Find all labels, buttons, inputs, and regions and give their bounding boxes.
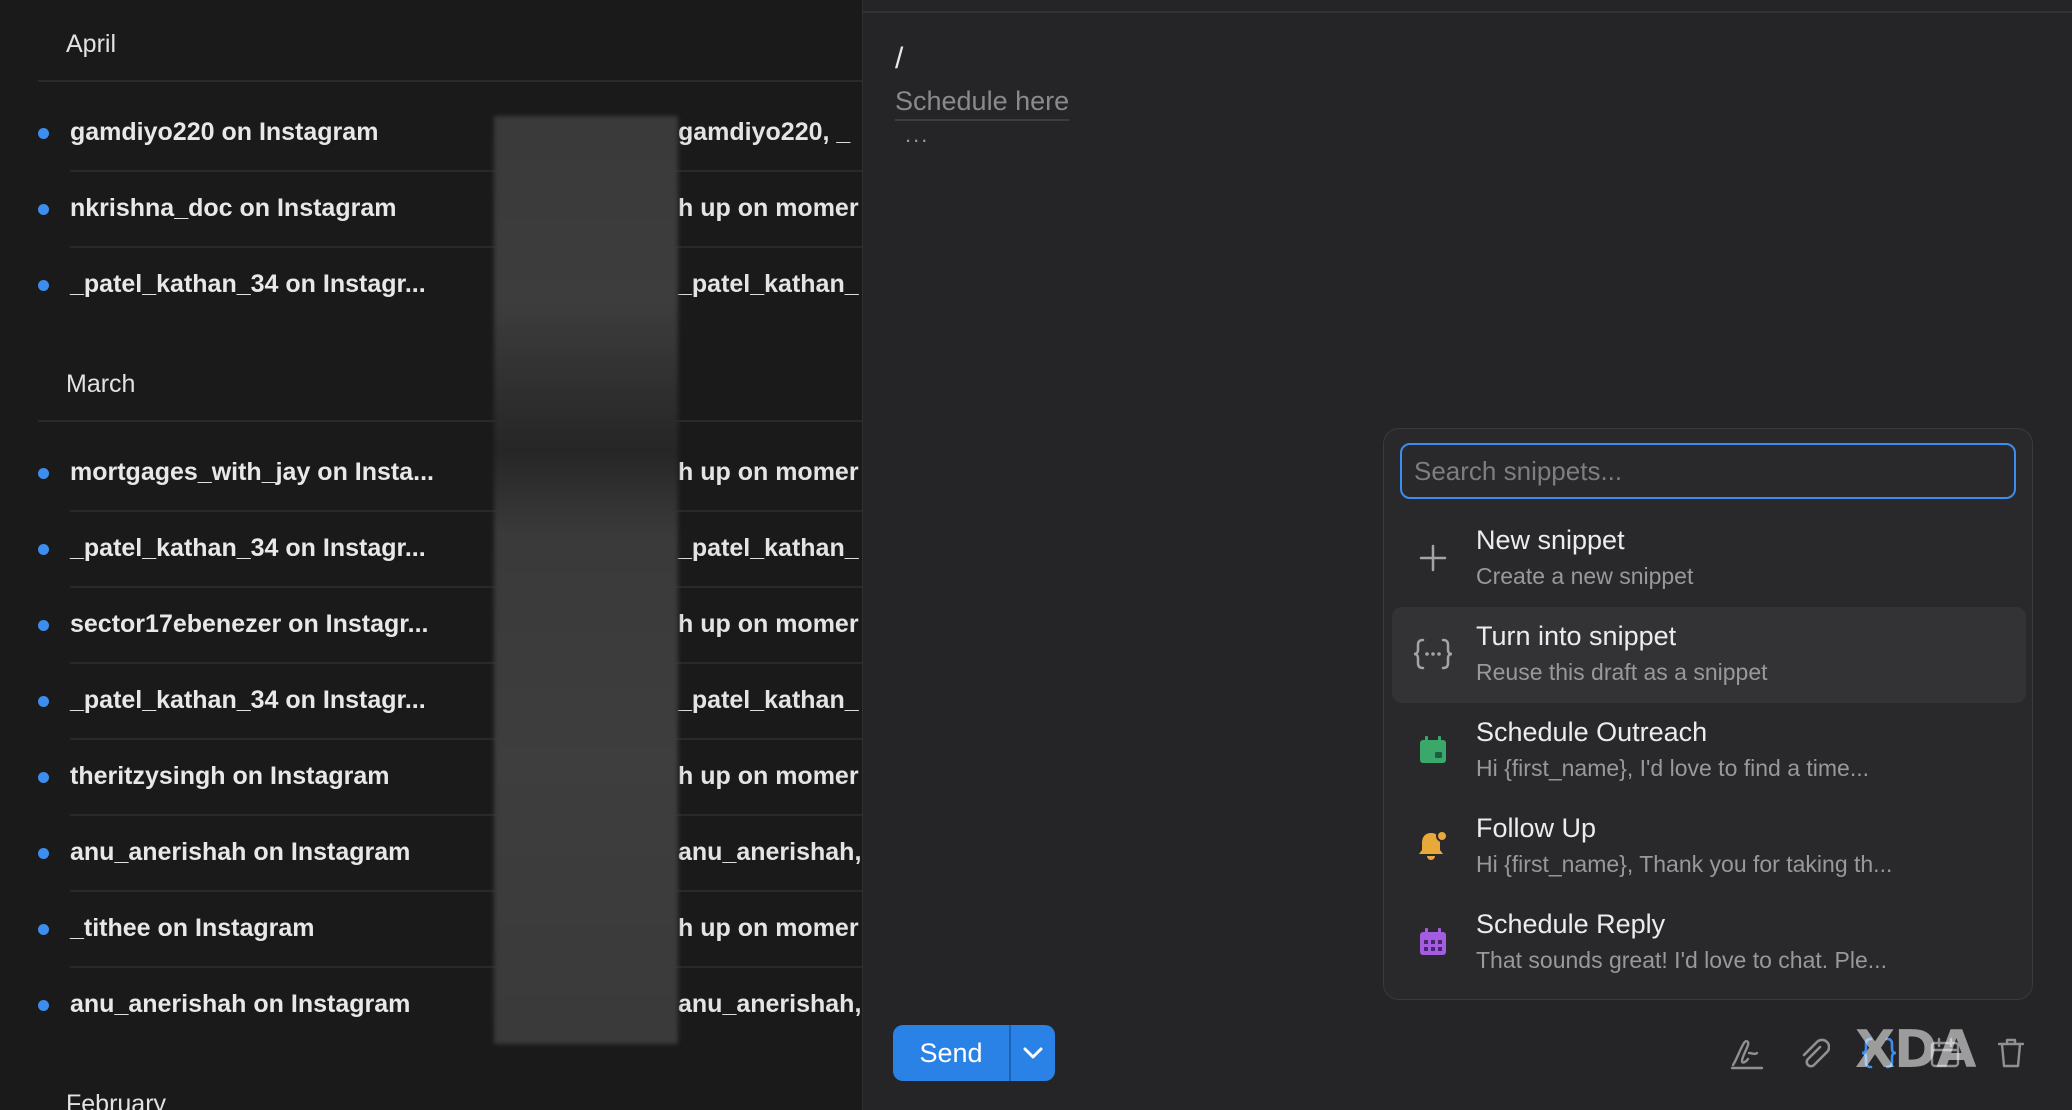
- unread-dot: [38, 1000, 49, 1011]
- more-ellipsis[interactable]: ...: [905, 122, 929, 148]
- xda-watermark-logo: XDA: [1855, 1020, 1976, 1080]
- paperclip-icon: [1802, 1038, 1830, 1068]
- snippet-item-follow-up[interactable]: Follow Up Hi {first_name}, Thank you for…: [1392, 799, 2026, 895]
- braces-icon: [1408, 629, 1458, 679]
- snippets-popup: New snippet Create a new snippet Turn in…: [1383, 428, 2033, 1000]
- redaction-blur: [494, 116, 678, 1044]
- snippet-subtitle: That sounds great! I'd love to chat. Ple…: [1476, 947, 1887, 973]
- conversation-name: anu_anerishah on Instagram: [70, 838, 411, 866]
- section-header-april: April: [66, 30, 117, 58]
- conversation-preview: anu_anerishah,: [678, 990, 862, 1018]
- unread-dot: [38, 924, 49, 935]
- snippet-item-turn-into[interactable]: Turn into snippet Reuse this draft as a …: [1392, 607, 2026, 703]
- send-button[interactable]: Send: [893, 1025, 1009, 1081]
- conversation-list: April gamdiyo220 on Instagram gamdiyo220…: [0, 0, 862, 1110]
- send-options-button[interactable]: [1009, 1025, 1055, 1081]
- compose-panel: / Schedule here ... New snippet Create a…: [862, 0, 2072, 1110]
- snippet-subtitle: Create a new snippet: [1476, 563, 1694, 589]
- section-header-march: March: [66, 370, 136, 398]
- conversation-preview: _patel_kathan_: [678, 270, 859, 298]
- snippet-item-new[interactable]: New snippet Create a new snippet: [1392, 511, 2026, 607]
- divider: [863, 11, 2072, 13]
- conversation-preview: gamdiyo220, _: [678, 118, 851, 146]
- conversation-preview: h up on momer: [678, 762, 859, 790]
- trash-icon: [1997, 1038, 2025, 1068]
- conversation-row[interactable]: sector17ebenezer on Instagr... h up on m…: [0, 588, 862, 664]
- plus-icon: [1408, 533, 1458, 583]
- conversation-row[interactable]: nkrishna_doc on Instagram h up on momer: [0, 172, 862, 248]
- unread-dot: [38, 128, 49, 139]
- divider: [38, 80, 862, 82]
- snippet-item-schedule-outreach[interactable]: Schedule Outreach Hi {first_name}, I'd l…: [1392, 703, 2026, 799]
- conversation-row[interactable]: theritzysingh on Instagram h up on momer: [0, 740, 862, 816]
- snippet-subtitle: Hi {first_name}, I'd love to find a time…: [1476, 755, 1870, 781]
- snippet-title: New snippet: [1476, 525, 1625, 555]
- conversation-row[interactable]: _patel_kathan_34 on Instagr... _patel_ka…: [0, 248, 862, 324]
- conversation-name: _patel_kathan_34 on Instagr...: [70, 686, 426, 714]
- chevron-down-icon: [1023, 1047, 1043, 1059]
- conversation-row[interactable]: mortgages_with_jay on Insta... h up on m…: [0, 436, 862, 512]
- conversation-preview: h up on momer: [678, 458, 859, 486]
- bell-icon: [1408, 821, 1458, 871]
- snippet-subtitle: Hi {first_name}, Thank you for taking th…: [1476, 851, 1893, 877]
- conversation-preview: h up on momer: [678, 914, 859, 942]
- conversation-name: gamdiyo220 on Instagram: [70, 118, 379, 146]
- conversation-name: _patel_kathan_34 on Instagr...: [70, 270, 426, 298]
- conversation-name: nkrishna_doc on Instagram: [70, 194, 397, 222]
- unread-dot: [38, 696, 49, 707]
- conversation-name: _patel_kathan_34 on Instagr...: [70, 534, 426, 562]
- message-editor-text[interactable]: /: [895, 42, 903, 76]
- calendar-grid-icon: [1408, 917, 1458, 967]
- unread-dot: [38, 204, 49, 215]
- conversation-name: _tithee on Instagram: [70, 914, 315, 942]
- conversation-name: theritzysingh on Instagram: [70, 762, 390, 790]
- conversation-name: mortgages_with_jay on Insta...: [70, 458, 434, 486]
- unread-dot: [38, 280, 49, 291]
- signature-button[interactable]: [1726, 1030, 1768, 1076]
- unread-dot: [38, 544, 49, 555]
- conversation-row[interactable]: gamdiyo220 on Instagram gamdiyo220, _: [0, 96, 862, 172]
- snippet-title: Turn into snippet: [1476, 621, 1677, 651]
- snippet-title: Schedule Outreach: [1476, 717, 1708, 747]
- conversation-preview: _patel_kathan_: [678, 686, 859, 714]
- search-snippets-input[interactable]: [1400, 443, 2016, 499]
- conversation-name: sector17ebenezer on Instagr...: [70, 610, 429, 638]
- snippet-title: Follow Up: [1476, 813, 1597, 843]
- calendar-icon: [1408, 725, 1458, 775]
- conversation-preview: h up on momer: [678, 194, 859, 222]
- attach-button[interactable]: [1792, 1030, 1834, 1076]
- unread-dot: [38, 772, 49, 783]
- section-header-february: February: [66, 1090, 167, 1110]
- conversation-preview: anu_anerishah,: [678, 838, 862, 866]
- conversation-name: anu_anerishah on Instagram: [70, 990, 411, 1018]
- conversation-row[interactable]: _patel_kathan_34 on Instagr... _patel_ka…: [0, 664, 862, 740]
- conversation-row[interactable]: anu_anerishah on Instagram anu_anerishah…: [0, 816, 862, 892]
- snippet-title: Schedule Reply: [1476, 909, 1666, 939]
- conversation-preview: _patel_kathan_: [678, 534, 859, 562]
- message-placeholder[interactable]: Schedule here: [895, 86, 1070, 121]
- delete-button[interactable]: [1990, 1030, 2032, 1076]
- unread-dot: [38, 468, 49, 479]
- snippet-subtitle: Reuse this draft as a snippet: [1476, 659, 1768, 685]
- divider: [38, 420, 862, 422]
- unread-dot: [38, 848, 49, 859]
- conversation-row[interactable]: _tithee on Instagram h up on momer: [0, 892, 862, 968]
- conversation-row[interactable]: anu_anerishah on Instagram anu_anerishah…: [0, 968, 862, 1044]
- signature-icon: [1730, 1040, 1764, 1070]
- conversation-row[interactable]: _patel_kathan_34 on Instagr... _patel_ka…: [0, 512, 862, 588]
- conversation-preview: h up on momer: [678, 610, 859, 638]
- snippet-item-schedule-reply[interactable]: Schedule Reply That sounds great! I'd lo…: [1392, 895, 2026, 991]
- send-button-group: Send: [893, 1025, 1055, 1081]
- unread-dot: [38, 620, 49, 631]
